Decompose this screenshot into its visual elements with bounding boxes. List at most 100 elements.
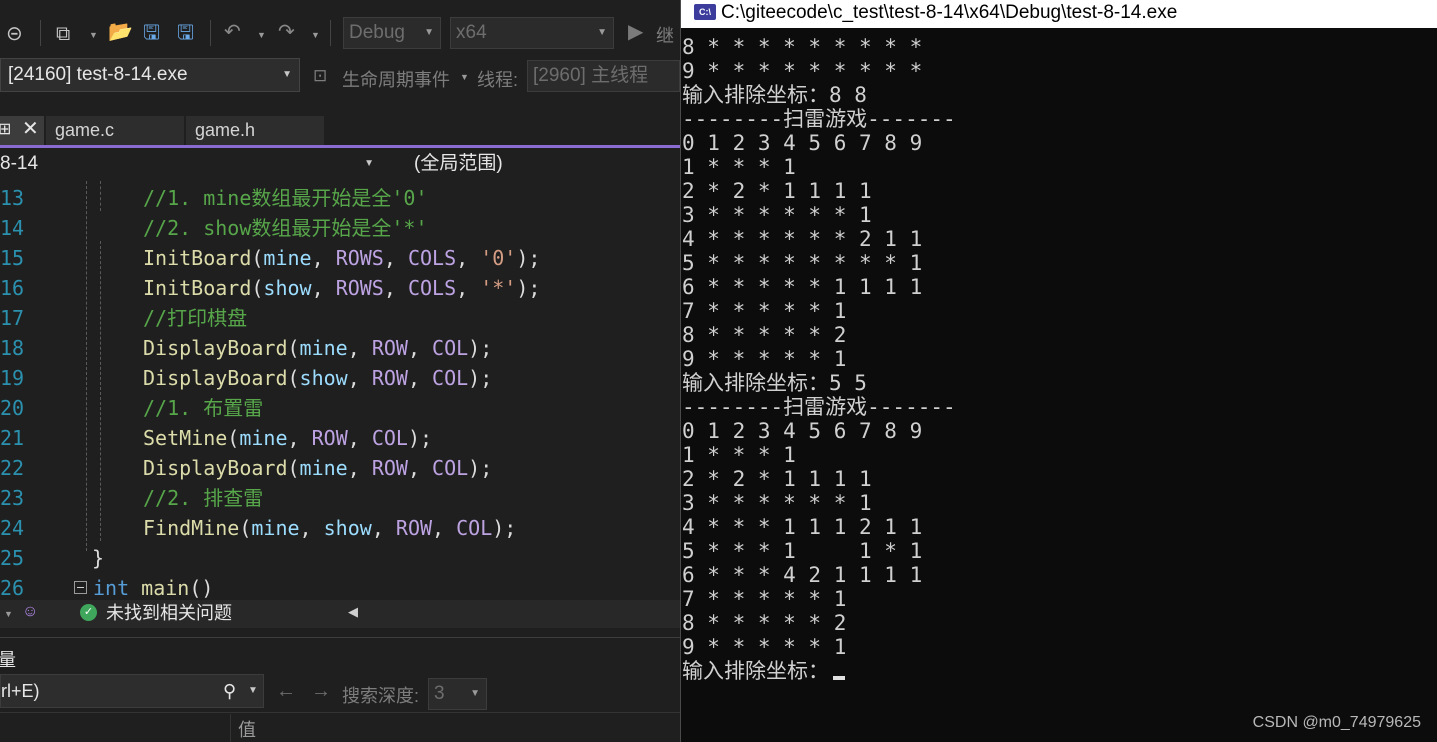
console-line: 2 * 2 * 1 1 1 1 — [682, 467, 872, 491]
code-line: //1. mine数组最开始是全'0' — [143, 183, 428, 213]
thread-value: [2960] 主线程 — [533, 65, 649, 86]
console-line: 4 * * * * * * 2 1 1 — [682, 227, 923, 251]
thread-dropdown[interactable]: [2960] 主线程 — [527, 60, 680, 92]
code-comment: //1. 布置雷 — [143, 396, 264, 420]
column-divider — [230, 714, 231, 742]
tab-game-h[interactable]: game.h — [186, 116, 324, 145]
editor-tab-bar: ⊞ ✕ game.c game.h — [0, 116, 680, 146]
save-icon[interactable]: 🖫 — [143, 23, 160, 43]
pin-icon[interactable]: ⊞ — [0, 116, 11, 144]
chevron-down-icon[interactable]: ▼ — [89, 30, 98, 40]
indent-guide — [100, 181, 101, 211]
line-number: 13 — [0, 186, 25, 210]
console-line: 6 * * * * * 1 1 1 1 — [682, 275, 923, 299]
line-number: 25 — [0, 546, 25, 570]
chevron-down-icon: ▼ — [282, 69, 292, 80]
undo-icon[interactable]: ↶ — [224, 22, 241, 42]
line-number: 16 — [0, 276, 25, 300]
tab-label: game.h — [195, 120, 256, 140]
line-number: 21 — [0, 426, 25, 450]
intellicode-icon[interactable]: ☺ — [22, 603, 38, 621]
open-folder-icon[interactable]: 📂 — [108, 22, 133, 42]
chevron-down-icon: ▼ — [364, 158, 374, 169]
console-line: 9 * * * * * 1 — [682, 635, 847, 659]
tab-label: game.c — [55, 120, 115, 140]
navigate-forward-icon[interactable]: ⊝ — [6, 24, 23, 44]
scroll-left-icon[interactable]: ◀ — [348, 604, 358, 620]
toolbar-separator — [40, 20, 41, 46]
main-toolbar: ⊝ ⧉ ▼ 📂 🖫 🖫 ↶ ▼ ↷ ▼ Debug ▼ x64 ▼ ▶ 继 — [0, 0, 680, 64]
redo-icon[interactable]: ↷ — [278, 22, 295, 42]
process-dropdown[interactable]: [24160] test-8-14.exe ▼ — [0, 58, 300, 92]
console-line: 输入排除坐标：8 8 — [682, 83, 867, 107]
active-tab-accent — [0, 145, 680, 148]
arrow-right-icon[interactable]: → — [311, 680, 331, 703]
play-icon[interactable]: ▶ — [628, 22, 643, 42]
indent-guide — [100, 241, 101, 541]
check-circle-icon: ✓ — [80, 604, 97, 621]
line-number: 20 — [0, 396, 25, 420]
collapse-icon[interactable] — [74, 581, 87, 594]
lifecycle-events-button[interactable]: 生命周期事件 — [342, 66, 450, 92]
code-line: DisplayBoard(mine, ROW, COL); — [143, 336, 493, 360]
console-line: 4 * * * 1 1 1 2 1 1 — [682, 515, 923, 539]
chevron-down-icon[interactable]: ▼ — [4, 609, 13, 619]
panel-title: 量 — [0, 650, 16, 670]
code-line: FindMine(mine, show, ROW, COL); — [143, 516, 517, 540]
console-line: --------扫雷游戏------- — [682, 395, 956, 419]
console-line: 5 * * * 1 1 * 1 — [682, 539, 923, 563]
chevron-down-icon: ▼ — [424, 27, 434, 38]
code-line: int main() — [74, 573, 213, 603]
value-column-header[interactable]: 值 — [238, 716, 256, 742]
new-project-icon[interactable]: ⧉ — [56, 24, 70, 44]
code-editor[interactable]: 13 14 15 16 17 18 19 20 21 22 23 24 25 2… — [0, 181, 680, 601]
chevron-down-icon[interactable]: ▼ — [460, 72, 469, 82]
search-depth-label: 搜索深度: — [342, 686, 420, 706]
chevron-down-icon: ▼ — [597, 27, 607, 38]
console-title-bar[interactable]: C:\ C:\giteecode\c_test\test-8-14\x64\De… — [681, 0, 1437, 28]
search-icon[interactable]: ⚲ — [223, 675, 236, 707]
code-comment: //1. mine数组最开始是全'0' — [143, 186, 428, 210]
visual-studio-window: ⊝ ⧉ ▼ 📂 🖫 🖫 ↶ ▼ ↷ ▼ Debug ▼ x64 ▼ ▶ 继 [2… — [0, 0, 680, 742]
console-line: --------扫雷游戏------- — [682, 107, 956, 131]
project-dropdown[interactable]: 8-14 ▼ — [0, 149, 380, 179]
tab-active-controls[interactable]: ⊞ ✕ — [0, 116, 44, 145]
process-value: [24160] test-8-14.exe — [8, 64, 188, 85]
panel-divider — [0, 712, 680, 713]
configuration-dropdown[interactable]: Debug ▼ — [343, 17, 441, 49]
text-cursor — [833, 676, 845, 680]
search-value: rl+E) — [1, 681, 40, 701]
console-line: 3 * * * * * * 1 — [682, 491, 872, 515]
watermark: CSDN @m0_74979625 — [1252, 714, 1421, 731]
code-line: //打印棋盘 — [143, 303, 247, 333]
configuration-value: Debug — [349, 22, 405, 43]
search-input[interactable]: rl+E) ⚲ ▼ — [0, 674, 264, 708]
code-line: //2. show数组最开始是全'*' — [143, 213, 428, 243]
search-depth-dropdown[interactable]: 3 ▼ — [428, 678, 487, 710]
toolbar-separator — [330, 20, 331, 46]
console-line: 3 * * * * * * 1 — [682, 203, 872, 227]
platform-dropdown[interactable]: x64 ▼ — [450, 17, 614, 49]
code-line: SetMine(mine, ROW, COL); — [143, 426, 433, 450]
code-comment: //2. show数组最开始是全'*' — [143, 216, 428, 240]
code-line: InitBoard(show, ROWS, COLS, '*'); — [143, 276, 541, 300]
console-line: 8 * * * * * 2 — [682, 323, 847, 347]
arrow-left-icon[interactable]: ← — [276, 680, 296, 703]
console-line: 9 * * * * * * * * * — [682, 59, 923, 83]
code-line: } — [92, 546, 105, 570]
close-icon[interactable]: ✕ — [22, 115, 39, 143]
tab-game-c[interactable]: game.c — [46, 116, 184, 145]
line-number: 14 — [0, 216, 25, 240]
continue-label[interactable]: 继 — [656, 22, 674, 48]
chevron-down-icon[interactable]: ▼ — [248, 675, 258, 707]
save-all-icon[interactable]: 🖫 — [177, 23, 194, 43]
issues-status[interactable]: 未找到相关问题 — [106, 600, 232, 627]
console-window[interactable]: C:\ C:\giteecode\c_test\test-8-14\x64\De… — [680, 0, 1437, 742]
chevron-down-icon[interactable]: ▼ — [311, 30, 320, 40]
console-prompt[interactable]: 输入排除坐标： — [682, 659, 845, 683]
console-line: 1 * * * 1 — [682, 443, 796, 467]
line-number: 15 — [0, 246, 25, 270]
scope-dropdown[interactable]: (全局范围) — [400, 149, 680, 179]
code-comment: //2. 排查雷 — [143, 486, 264, 510]
chevron-down-icon[interactable]: ▼ — [257, 30, 266, 40]
